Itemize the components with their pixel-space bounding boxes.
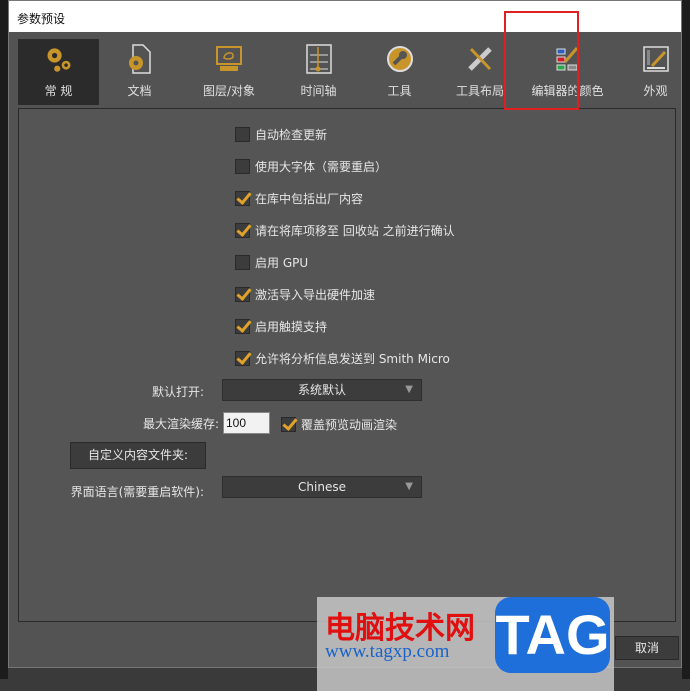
checkbox[interactable] xyxy=(235,351,250,366)
tab-label: 工具布局 xyxy=(455,84,504,98)
highlight-box xyxy=(504,11,579,110)
checkbox-option[interactable]: 激活导入导出硬件加速 xyxy=(235,286,375,303)
tab-bar: 常 规文档 图层/对象 时间轴 工具 工具布局 编辑器的颜色 外观 xyxy=(18,39,690,105)
checkbox-label: 允许将分析信息发送到 Smith Micro xyxy=(255,352,450,366)
checkbox[interactable] xyxy=(235,319,250,334)
override-preview-checkbox[interactable]: 覆盖预览动画渲染 xyxy=(281,416,397,433)
checkbox-option[interactable]: 启用 GPU xyxy=(235,254,308,271)
checkbox-label: 自动检查更新 xyxy=(255,128,328,142)
tab-label: 外观 xyxy=(643,84,668,98)
tab-label: 时间轴 xyxy=(300,84,337,98)
tab-label: 文档 xyxy=(127,84,152,98)
tab-timeline[interactable]: 时间轴 xyxy=(278,39,359,105)
timeline-icon xyxy=(304,44,334,74)
document-gear-icon xyxy=(125,44,155,74)
watermark-logo: TAG xyxy=(495,597,610,673)
checkbox-option[interactable]: 使用大字体（需要重启） xyxy=(235,158,387,175)
tab-document-gear[interactable]: 文档 xyxy=(99,39,180,105)
preferences-dialog: 参数预设 常 规文档 图层/对象 时间轴 工具 工具布局 编辑器的颜色 外观 默认打开: 系… xyxy=(8,0,682,668)
checkbox[interactable] xyxy=(235,287,250,302)
background-left xyxy=(0,0,8,679)
render-cache-label: 最大渲染缓存: xyxy=(142,417,219,431)
checkbox-label: 使用大字体（需要重启） xyxy=(255,160,388,174)
language-label: 界面语言(需要重启软件): xyxy=(70,485,204,499)
default-open-select[interactable]: 系统默认 ▼ xyxy=(222,379,422,401)
tab-wrench-circle[interactable]: 工具 xyxy=(359,39,440,105)
custom-content-folder-button[interactable]: 自定义内容文件夹: xyxy=(70,442,206,469)
default-open-value: 系统默认 xyxy=(297,383,346,397)
default-open-label: 默认打开: xyxy=(151,385,204,399)
checkbox-option[interactable]: 自动检查更新 xyxy=(235,126,327,143)
general-panel: 默认打开: 系统默认 ▼ 最大渲染缓存: 覆盖预览动画渲染 自定义内容文件夹: 界… xyxy=(18,108,676,622)
chevron-down-icon: ▼ xyxy=(405,481,413,492)
checkbox[interactable] xyxy=(281,417,296,432)
appearance-icon xyxy=(641,44,671,74)
checkbox-label: 启用 GPU xyxy=(255,256,309,270)
checkbox-label: 激活导入导出硬件加速 xyxy=(255,288,376,302)
watermark: 电脑技术网 www.tagxp.com TAG xyxy=(317,597,614,691)
tab-gears[interactable]: 常 规 xyxy=(18,39,99,105)
layer-object-icon xyxy=(214,44,244,74)
chevron-down-icon: ▼ xyxy=(405,384,413,395)
checkbox-option[interactable]: 请在将库项移至 回收站 之前进行确认 xyxy=(235,222,455,239)
language-select[interactable]: Chinese ▼ xyxy=(222,476,422,498)
render-cache-input[interactable] xyxy=(223,412,270,434)
watermark-url: www.tagxp.com xyxy=(325,641,450,662)
gears-icon xyxy=(44,44,74,74)
override-preview-label: 覆盖预览动画渲染 xyxy=(301,418,398,432)
language-value: Chinese xyxy=(298,480,346,494)
checkbox[interactable] xyxy=(235,127,250,142)
tab-label: 工具 xyxy=(387,84,412,98)
wrench-circle-icon xyxy=(385,44,415,74)
checkbox[interactable] xyxy=(235,159,250,174)
tab-label: 常 规 xyxy=(44,84,73,98)
checkbox-option[interactable]: 在库中包括出厂内容 xyxy=(235,190,363,207)
tab-appearance[interactable]: 外观 xyxy=(615,39,690,105)
checkbox[interactable] xyxy=(235,255,250,270)
tab-layer-object[interactable]: 图层/对象 xyxy=(180,39,278,105)
cancel-button[interactable]: 取消 xyxy=(615,636,679,660)
checkbox-label: 启用触摸支持 xyxy=(255,320,328,334)
tools-layout-icon xyxy=(465,44,495,74)
checkbox-label: 在库中包括出厂内容 xyxy=(255,192,364,206)
checkbox-option[interactable]: 允许将分析信息发送到 Smith Micro xyxy=(235,350,450,367)
checkbox[interactable] xyxy=(235,223,250,238)
tab-label: 图层/对象 xyxy=(202,84,256,98)
checkbox-label: 请在将库项移至 回收站 之前进行确认 xyxy=(255,224,455,238)
checkbox[interactable] xyxy=(235,191,250,206)
window-title: 参数预设 xyxy=(9,1,681,32)
checkbox-option[interactable]: 启用触摸支持 xyxy=(235,318,327,335)
